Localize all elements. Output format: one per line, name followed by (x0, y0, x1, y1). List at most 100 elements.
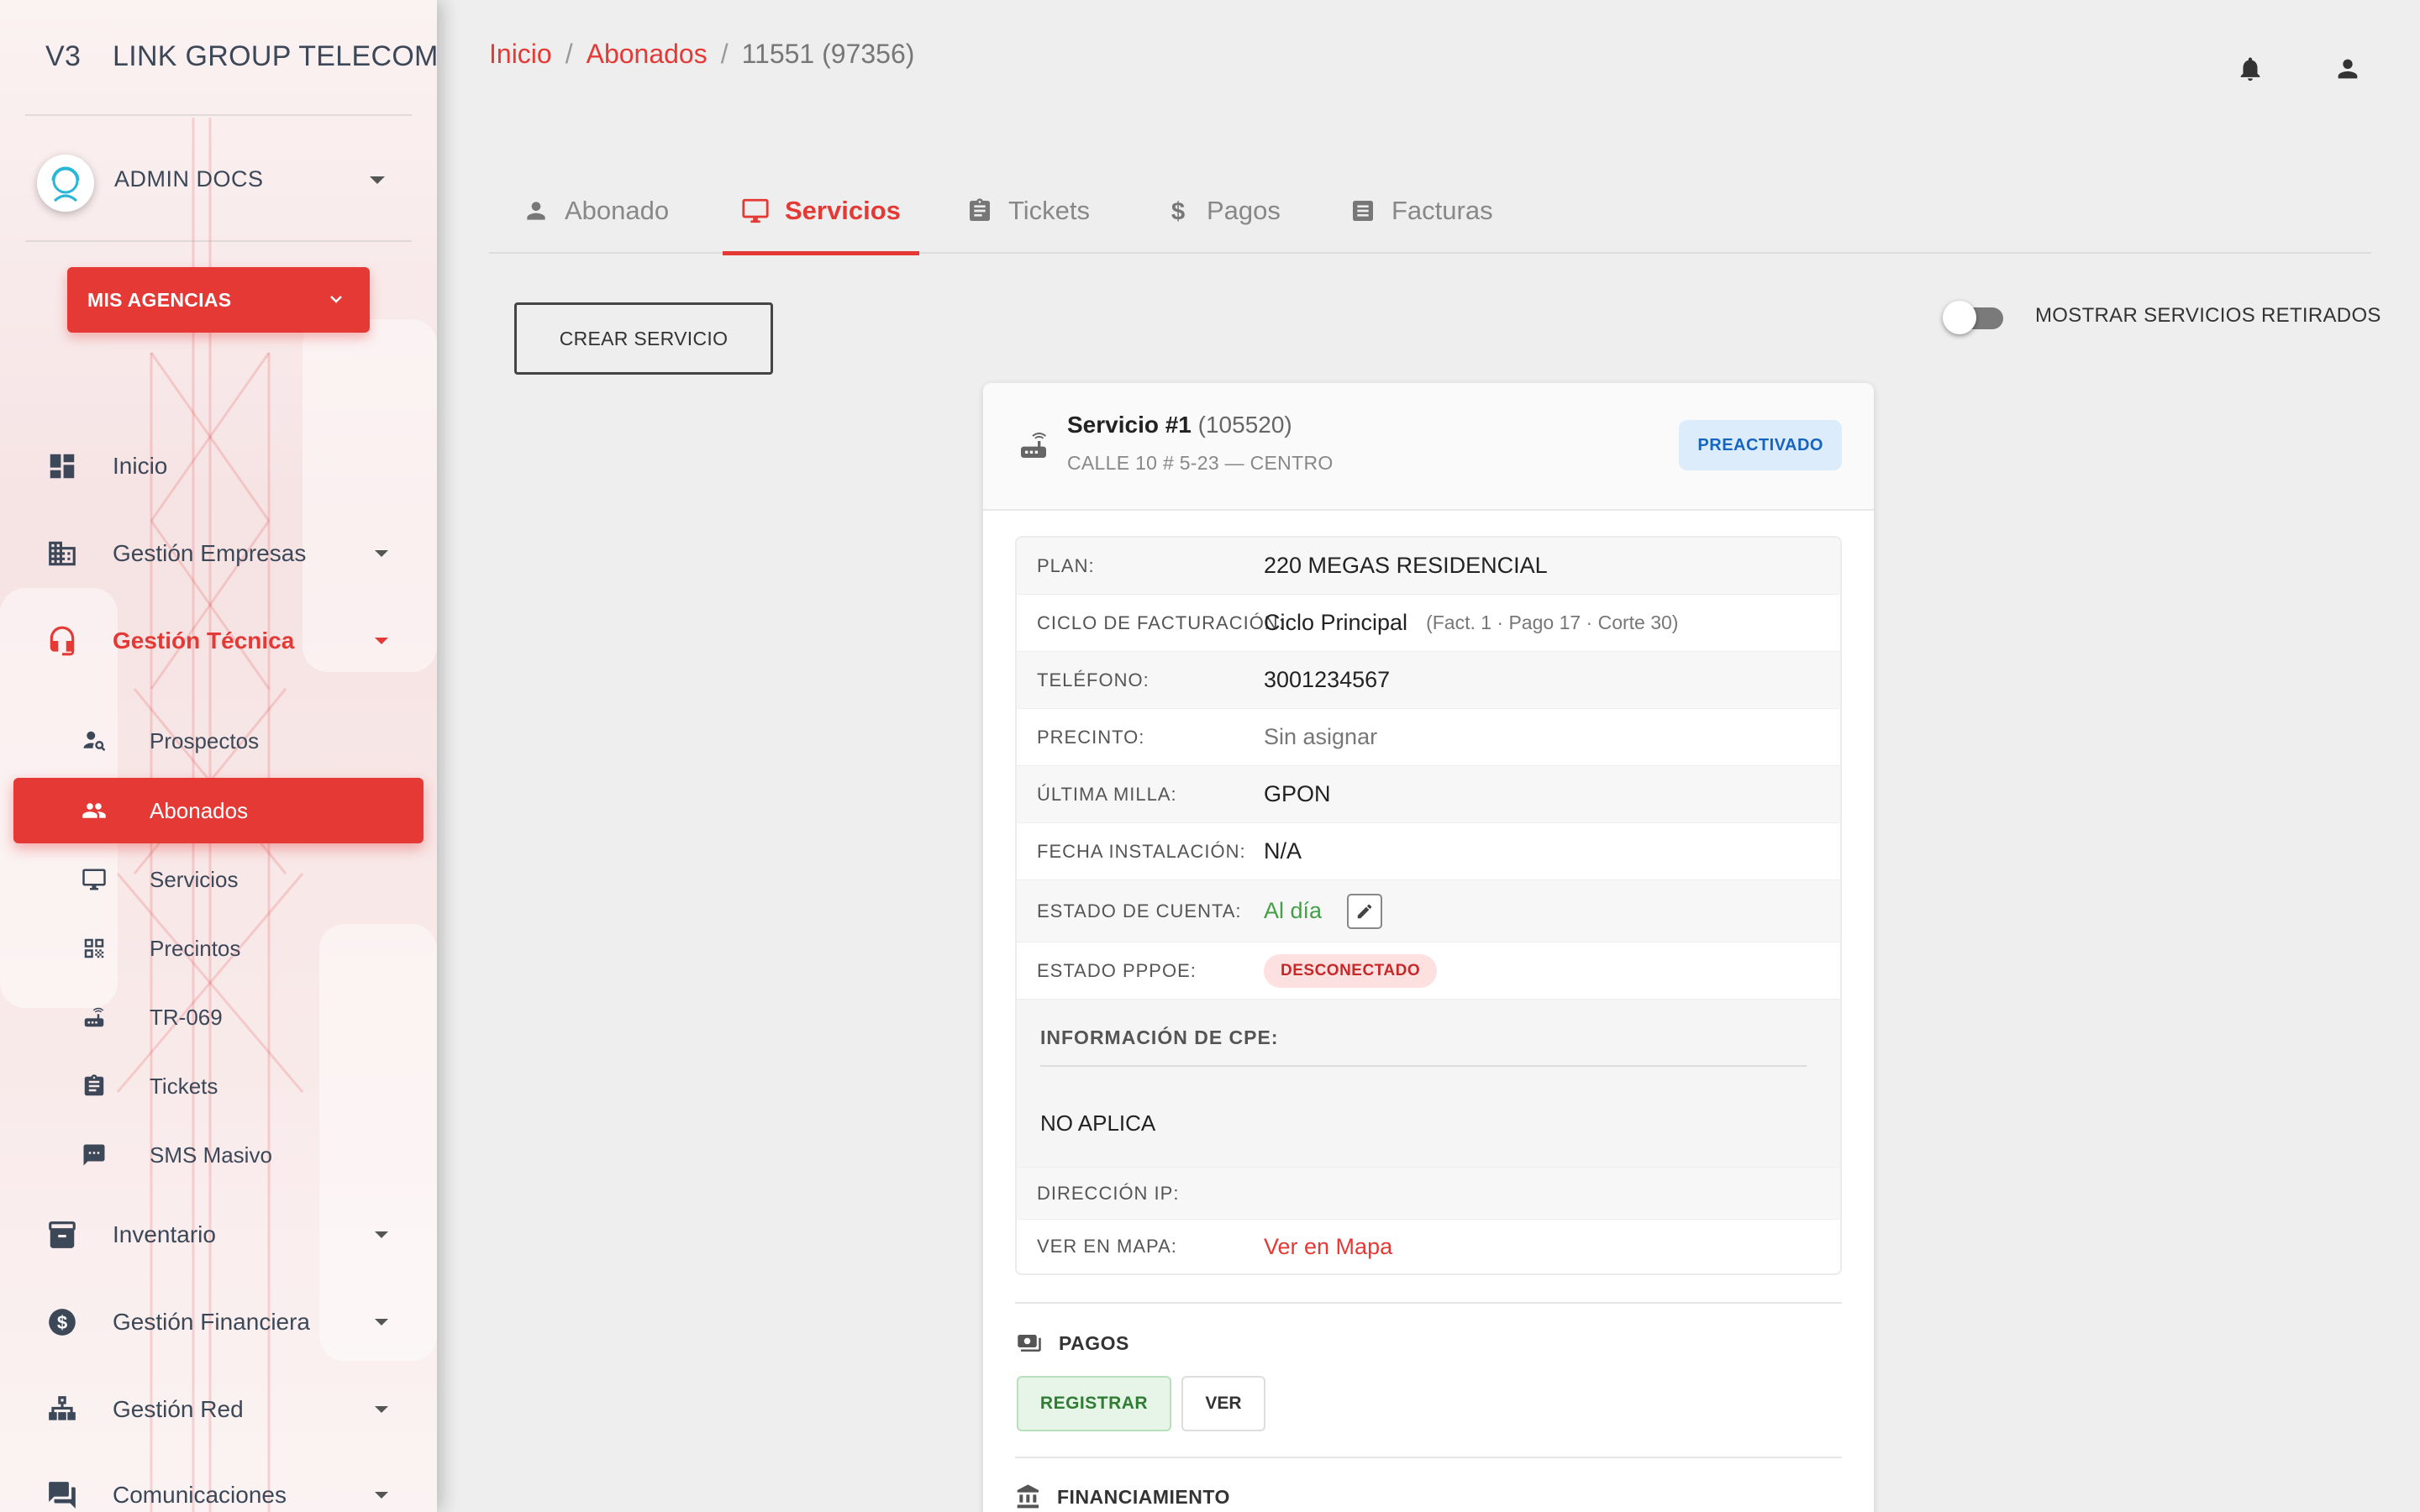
caret-down-icon (375, 1231, 388, 1238)
user-avatar[interactable] (37, 155, 94, 212)
person-search-icon (79, 726, 109, 756)
info-row-precinto: PRECINTO: Sin asignar (1017, 709, 1840, 766)
nav-item-gestion-empresas[interactable]: Gestión Empresas (0, 524, 437, 583)
info-row-telefono: TELÉFONO: 3001234567 (1017, 652, 1840, 709)
pppoe-status-badge: DESCONECTADO (1264, 953, 1438, 988)
sidebar: V3 LINK GROUP TELECOMU ADMIN DOCS MIS AGE… (0, 0, 437, 1512)
row-value: Ciclo Principal (Fact. 1 · Pago 17 · Cor… (1264, 610, 1678, 636)
sidebar-item-tr069[interactable]: TR-069 (13, 984, 424, 1050)
section-divider (1015, 1302, 1842, 1304)
payments-title: PAGOS (1059, 1331, 1129, 1354)
tab-label: Pagos (1207, 196, 1281, 225)
sidebar-item-tickets[interactable]: Tickets (13, 1053, 424, 1119)
edit-account-status-button[interactable] (1347, 893, 1383, 929)
row-value: N/A (1264, 838, 1302, 864)
row-label: ÚLTIMA MILLA: (1037, 783, 1177, 805)
people-icon (79, 795, 109, 826)
show-retired-label: MOSTRAR SERVICIOS RETIRADOS (2035, 304, 2381, 327)
caret-down-icon (375, 1406, 388, 1413)
sidebar-item-sms-masivo[interactable]: SMS Masivo (13, 1122, 424, 1188)
chevron-down-icon (330, 296, 342, 303)
nav-item-inventario[interactable]: Inventario (0, 1205, 437, 1264)
service-name: Servicio #1 (1067, 412, 1192, 438)
tab-label: Facturas (1392, 196, 1493, 225)
sidebar-item-label: Prospectos (150, 727, 260, 753)
receipt-list-icon (1349, 197, 1376, 224)
nav-item-comunicaciones[interactable]: Comunicaciones (0, 1466, 437, 1512)
service-info-table: PLAN: 220 MEGAS RESIDENCIAL CICLO DE FAC… (1015, 536, 1842, 1275)
nav-label: Gestión Financiera (113, 1309, 311, 1335)
tab-abonado[interactable]: Abonado (523, 168, 669, 254)
svg-text:$: $ (57, 1312, 68, 1333)
nav-item-gestion-financiera[interactable]: $ Gestión Financiera (0, 1293, 437, 1352)
row-value: Sin asignar (1264, 724, 1378, 749)
nav-item-gestion-tecnica[interactable]: Gestión Técnica (0, 612, 437, 670)
tab-servicios[interactable]: Servicios (723, 168, 919, 255)
sidebar-divider (25, 240, 412, 242)
monitor-icon (79, 864, 109, 895)
sidebar-item-label: SMS Masivo (150, 1142, 272, 1168)
create-service-button[interactable]: CREAR SERVICIO (514, 302, 773, 375)
show-retired-toggle[interactable] (1943, 301, 2007, 334)
info-row-ultima-milla: ÚLTIMA MILLA: GPON (1017, 766, 1840, 823)
tab-tickets[interactable]: Tickets (966, 168, 1090, 254)
brand-title[interactable]: V3 LINK GROUP TELECOMU (45, 40, 437, 73)
payments-section-title: PAGOS (1015, 1331, 1129, 1356)
dashboard-icon (44, 448, 81, 485)
notifications-bell-icon[interactable] (2233, 52, 2267, 86)
nav-label: Gestión Empresas (113, 540, 307, 566)
cpe-title: INFORMACIÓN DE CPE: (1040, 1026, 1279, 1048)
service-card: Servicio #1 (105520) CALLE 10 # 5-23 — C… (983, 383, 1874, 1512)
sidebar-item-label: Precintos (150, 935, 241, 961)
svg-text:$: $ (1171, 198, 1185, 224)
sidebar-item-precintos[interactable]: Precintos (13, 916, 424, 981)
row-value: Al día (1264, 893, 1383, 929)
brand-name: LINK GROUP TELECOMU (113, 40, 437, 72)
row-label: ESTADO PPPOE: (1037, 959, 1197, 981)
info-row-estado-pppoe: ESTADO PPPOE: DESCONECTADO (1017, 942, 1840, 1000)
breadcrumb-current: 11551 (97356) (741, 39, 915, 69)
row-label: VER EN MAPA: (1037, 1236, 1177, 1257)
view-payments-button[interactable]: VER (1181, 1376, 1265, 1431)
sidebar-item-prospectos[interactable]: Prospectos (13, 708, 424, 774)
sidebar-item-label: Servicios (150, 866, 239, 892)
sidebar-item-servicios[interactable]: Servicios (13, 847, 424, 912)
monitor-icon (741, 197, 770, 225)
service-title: Servicio #1 (105520) (1067, 412, 1292, 438)
tab-facturas[interactable]: Facturas (1349, 168, 1493, 254)
sidebar-divider (25, 114, 412, 116)
breadcrumb-home-link[interactable]: Inicio (489, 39, 552, 69)
row-value: 3001234567 (1264, 667, 1391, 692)
agencies-dropdown-button[interactable]: MIS AGENCIAS (67, 267, 370, 333)
person-icon (523, 197, 550, 224)
user-menu-caret-icon[interactable] (370, 176, 385, 184)
tab-pagos[interactable]: $ Pagos (1165, 168, 1281, 254)
dollar-icon: $ (1165, 197, 1192, 224)
register-payment-button[interactable]: REGISTRAR (1017, 1376, 1171, 1431)
nav-item-inicio[interactable]: Inicio (0, 437, 437, 496)
tab-label: Servicios (785, 196, 901, 225)
caret-down-icon (375, 638, 388, 644)
row-value: DESCONECTADO (1264, 953, 1438, 988)
row-label: TELÉFONO: (1037, 669, 1150, 690)
router-icon (1017, 428, 1050, 466)
user-name[interactable]: ADMIN DOCS (114, 166, 264, 192)
tab-label: Abonado (565, 196, 670, 225)
sidebar-item-label: TR-069 (150, 1004, 223, 1030)
user-account-icon[interactable] (2331, 52, 2365, 86)
info-row-fecha-instalacion: FECHA INSTALACIÓN: N/A (1017, 823, 1840, 880)
nav-label: Gestión Red (113, 1396, 244, 1422)
sidebar-item-abonados[interactable]: Abonados (13, 778, 424, 843)
cpe-value: NO APLICA (1040, 1110, 1156, 1136)
nav-item-gestion-red[interactable]: Gestión Red (0, 1380, 437, 1439)
row-label: FECHA INSTALACIÓN: (1037, 840, 1246, 862)
info-row-estado-cuenta: ESTADO DE CUENTA: Al día (1017, 880, 1840, 942)
row-label: PRECINTO: (1037, 726, 1145, 748)
breadcrumb-abonados-link[interactable]: Abonados (587, 39, 708, 69)
archive-icon (44, 1216, 81, 1253)
breadcrumb-separator: / (565, 39, 573, 69)
service-card-header: Servicio #1 (105520) CALLE 10 # 5-23 — C… (983, 383, 1874, 511)
view-map-link[interactable]: Ver en Mapa (1264, 1234, 1392, 1260)
network-tree-icon (44, 1391, 81, 1428)
agencies-button-label: MIS AGENCIAS (87, 288, 232, 311)
